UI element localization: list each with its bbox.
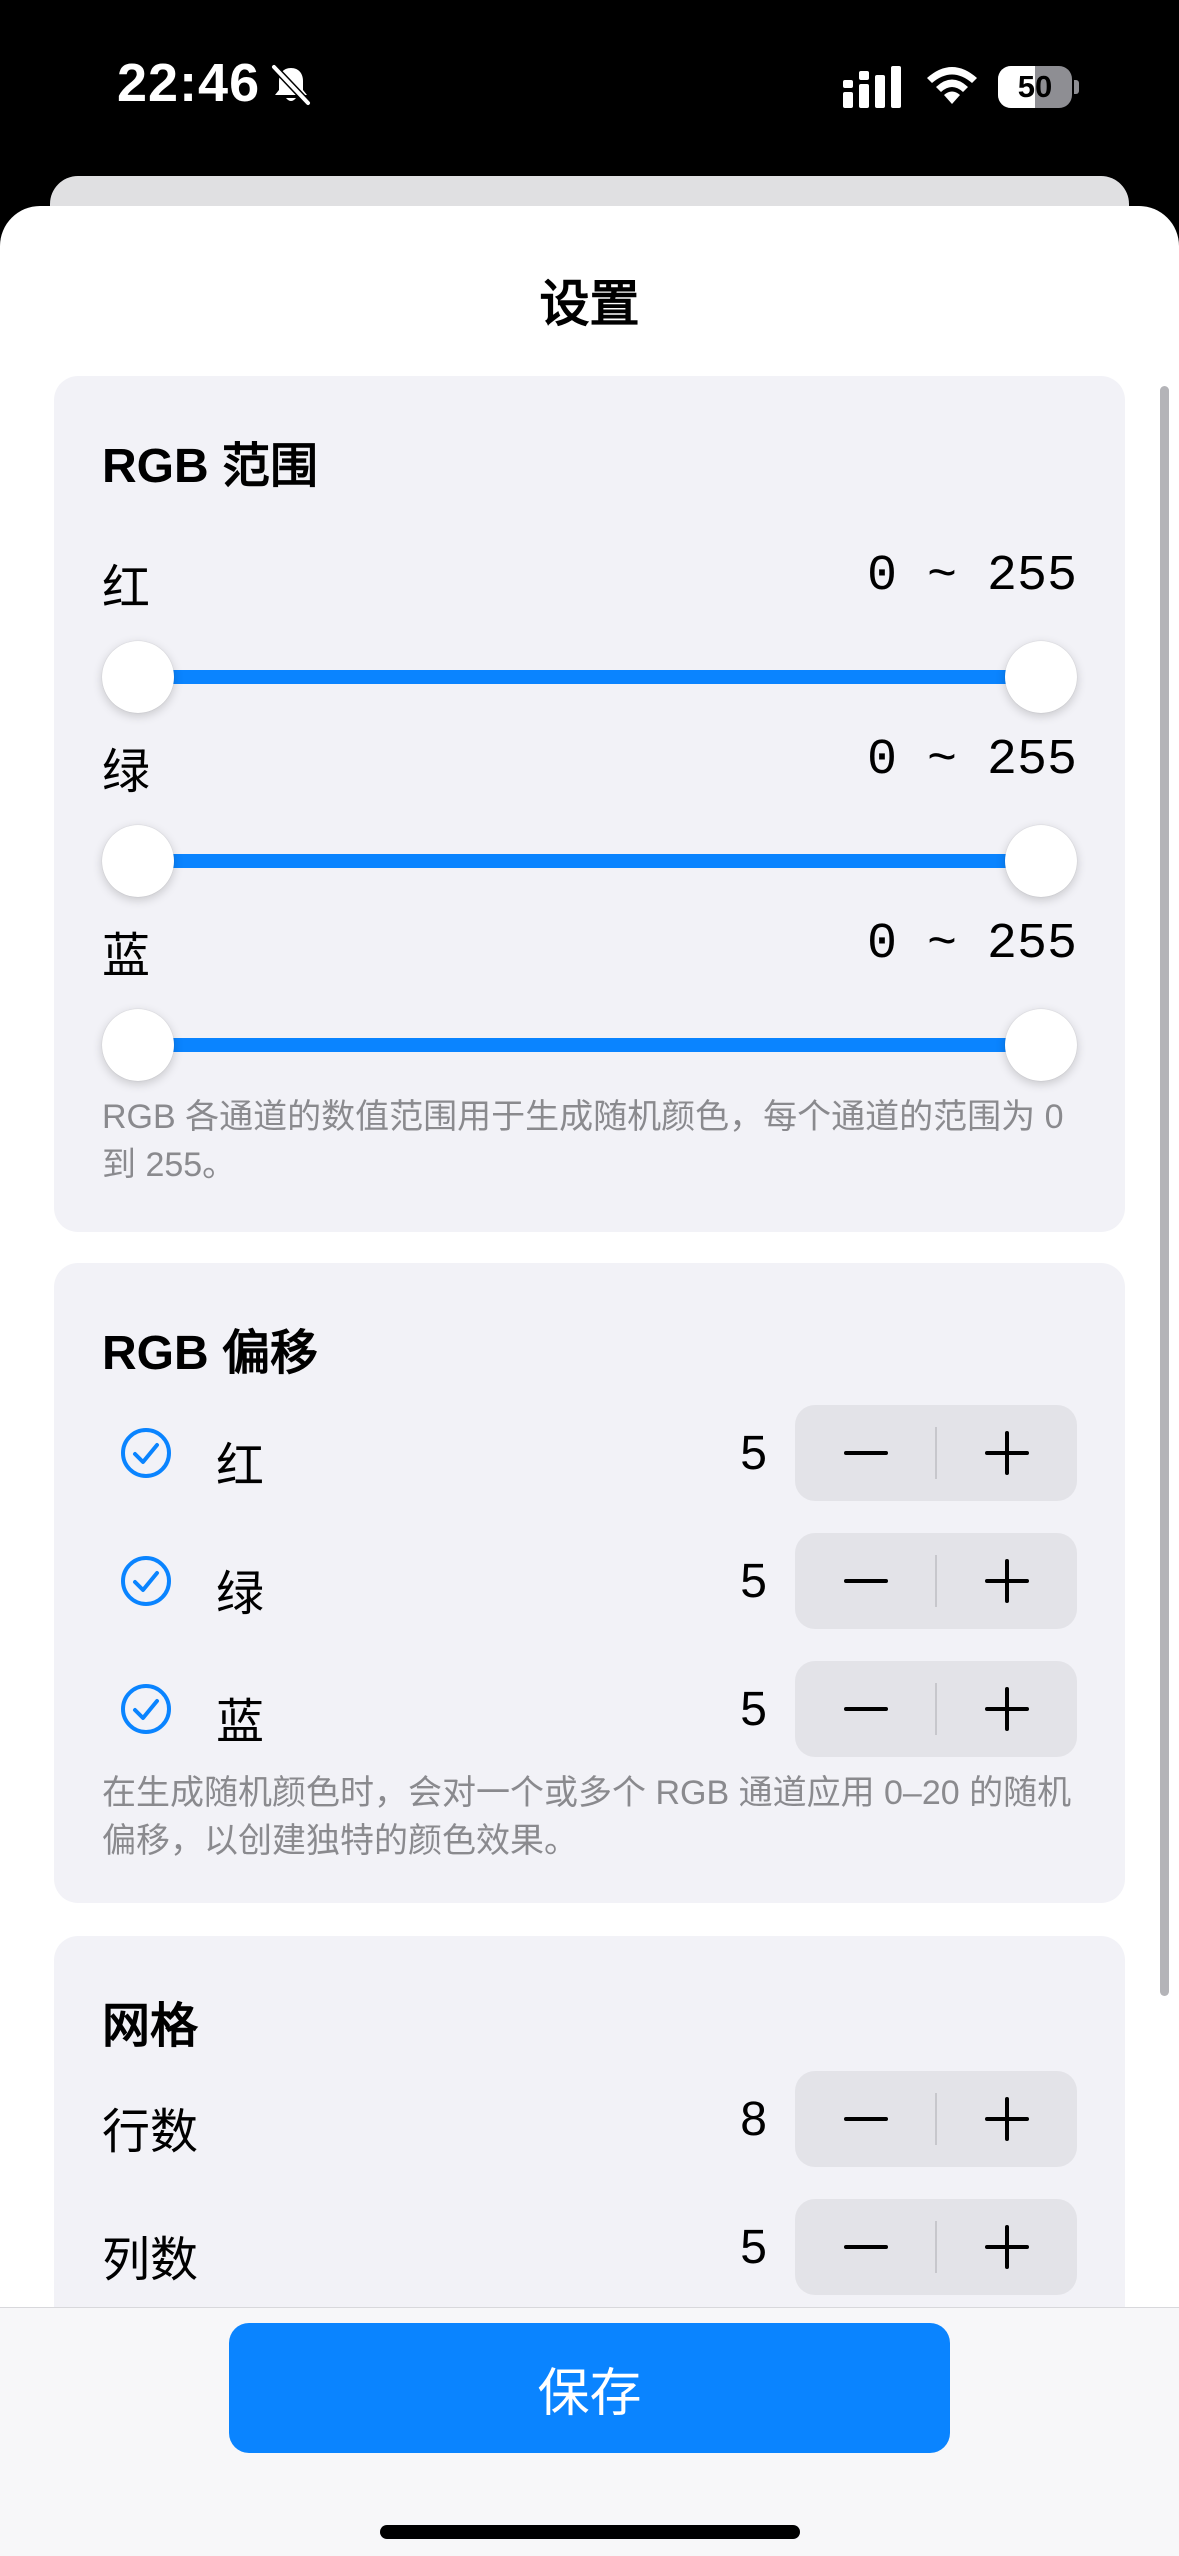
slider-min-thumb[interactable] <box>102 641 174 713</box>
slider-max-thumb[interactable] <box>1005 1009 1077 1081</box>
slider-max-thumb[interactable] <box>1005 641 1077 713</box>
increment-button[interactable] <box>936 2199 1077 2295</box>
offset-stepper-blue <box>795 1661 1077 1757</box>
increment-button[interactable] <box>936 1405 1077 1501</box>
checkmark-circle-icon[interactable] <box>120 1683 172 1735</box>
plus-icon <box>984 1687 1029 1731</box>
offset-label-red: 红 <box>216 1440 265 1493</box>
grid-columns-value: 5 <box>740 2221 767 2274</box>
minus-icon <box>843 1451 888 1455</box>
slider-max-thumb[interactable] <box>1005 825 1077 897</box>
range-slider-red[interactable] <box>102 641 1077 713</box>
grid-columns-label: 列数 <box>102 2234 199 2287</box>
increment-button[interactable] <box>936 1533 1077 1629</box>
status-bar: 22:46 50 <box>0 0 1179 175</box>
minus-icon <box>843 1707 888 1711</box>
offset-stepper-red <box>795 1405 1077 1501</box>
home-indicator[interactable] <box>380 2525 800 2539</box>
grid-rows-label: 行数 <box>102 2106 199 2159</box>
rgb-offset-title: RGB 偏移 <box>102 1327 319 1380</box>
rgb-offset-card: RGB 偏移 红 5 绿 5 蓝 5 在生成随机颜色时，会对一个或多个 RGB … <box>54 1263 1125 1903</box>
battery-label: 50 <box>1017 69 1053 104</box>
range-label-green: 绿 <box>102 746 151 799</box>
scroll-indicator[interactable] <box>1160 386 1169 1996</box>
plus-icon <box>984 2225 1029 2269</box>
range-value-blue: 0 ~ 255 <box>866 916 1077 973</box>
offset-label-green: 绿 <box>216 1568 265 1621</box>
slider-min-thumb[interactable] <box>102 1009 174 1081</box>
checkmark-circle-icon[interactable] <box>120 1555 172 1607</box>
offset-value-red: 5 <box>740 1427 767 1480</box>
save-button[interactable]: 保存 <box>229 2323 950 2453</box>
status-time: 22:46 <box>117 53 261 113</box>
rgb-offset-footnote: 在生成随机颜色时，会对一个或多个 RGB 通道应用 0–20 的随机偏移，以创建… <box>102 1774 1072 1860</box>
offset-value-green: 5 <box>740 1555 767 1608</box>
grid-columns-stepper <box>795 2199 1077 2295</box>
rgb-range-card: RGB 范围 红 0 ~ 255 绿 0 ~ 255 蓝 0 ~ 255 RGB… <box>54 376 1125 1232</box>
offset-label-blue: 蓝 <box>216 1696 265 1749</box>
range-label-red: 红 <box>102 562 151 615</box>
plus-icon <box>984 2097 1029 2141</box>
range-label-blue: 蓝 <box>102 930 151 983</box>
rgb-range-footnote: RGB 各通道的数值范围用于生成随机颜色，每个通道的范围为 0 到 255。 <box>102 1098 1064 1184</box>
range-value-green: 0 ~ 255 <box>866 732 1077 789</box>
page-title: 设置 <box>539 276 640 332</box>
grid-rows-stepper <box>795 2071 1077 2167</box>
minus-icon <box>843 2245 888 2249</box>
minus-icon <box>843 2117 888 2121</box>
increment-button[interactable] <box>936 1661 1077 1757</box>
bell-slash-icon <box>271 64 311 106</box>
plus-icon <box>984 1431 1029 1475</box>
minus-icon <box>843 1579 888 1583</box>
decrement-button[interactable] <box>795 1533 936 1629</box>
range-slider-green[interactable] <box>102 825 1077 897</box>
wifi-icon <box>927 67 977 104</box>
decrement-button[interactable] <box>795 1661 936 1757</box>
slider-min-thumb[interactable] <box>102 825 174 897</box>
offset-stepper-green <box>795 1533 1077 1629</box>
grid-rows-value: 8 <box>740 2093 767 2146</box>
settings-sheet: 设置 RGB 范围 红 0 ~ 255 绿 0 ~ 255 蓝 0 ~ 255 … <box>0 206 1179 2556</box>
decrement-button[interactable] <box>795 2199 936 2295</box>
cellular-signal-icon <box>843 66 901 108</box>
battery-indicator: 50 <box>998 66 1079 108</box>
bottom-bar: 保存 <box>0 2307 1179 2556</box>
grid-title: 网格 <box>102 2000 199 2053</box>
decrement-button[interactable] <box>795 1405 936 1501</box>
checkmark-circle-icon[interactable] <box>120 1427 172 1479</box>
rgb-range-title: RGB 范围 <box>102 440 319 493</box>
increment-button[interactable] <box>936 2071 1077 2167</box>
decrement-button[interactable] <box>795 2071 936 2167</box>
range-value-red: 0 ~ 255 <box>866 548 1077 605</box>
offset-value-blue: 5 <box>740 1683 767 1736</box>
plus-icon <box>984 1559 1029 1603</box>
range-slider-blue[interactable] <box>102 1009 1077 1081</box>
